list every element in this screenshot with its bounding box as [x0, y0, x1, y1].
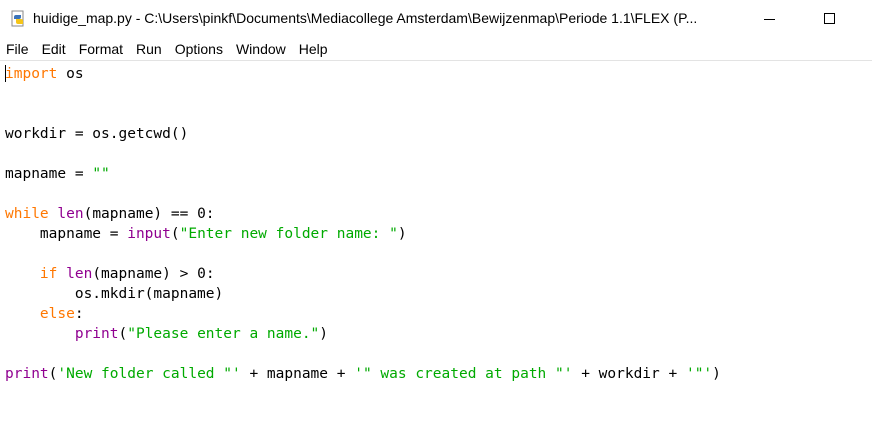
code-token: (mapname) > 0: [92, 266, 215, 282]
code-token: 'New folder called "' [57, 366, 241, 382]
code-token: + workdir + [572, 366, 686, 382]
code-token: + mapname + [240, 366, 355, 382]
code-token: ) [397, 226, 407, 242]
code-token: if [39, 266, 58, 282]
python-file-icon [11, 10, 24, 27]
code-token: ( [170, 226, 180, 242]
code-token: mapname = [5, 226, 128, 242]
code-line[interactable]: if len(mapname) > 0: [5, 264, 215, 284]
code-line[interactable]: import os [5, 64, 84, 84]
code-token: "Please enter a name." [127, 326, 320, 342]
menu-window[interactable]: Window [230, 38, 293, 60]
code-line[interactable]: while len(mapname) == 0: [5, 204, 215, 224]
code-token: import [5, 66, 58, 82]
code-line[interactable]: print('New folder called "' + mapname + … [5, 364, 721, 384]
code-token: else [39, 306, 75, 322]
code-token: os.mkdir(mapname) [5, 286, 224, 302]
code-token: ) [319, 326, 329, 342]
code-token: ( [118, 326, 128, 342]
menu-edit[interactable]: Edit [36, 38, 73, 60]
code-token: (mapname) == 0: [83, 206, 215, 222]
code-line[interactable]: os.mkdir(mapname) [5, 284, 223, 304]
code-token: : [74, 306, 84, 322]
menu-bar: File Edit Format Run Options Window Help [0, 38, 872, 60]
menu-format[interactable]: Format [73, 38, 130, 60]
code-token: print [5, 366, 49, 382]
menu-options[interactable]: Options [169, 38, 230, 60]
code-token: while [5, 206, 49, 222]
code-editor[interactable]: import os workdir = os.getcwd() mapname = … [0, 62, 872, 442]
code-token: ) [712, 366, 721, 382]
code-token: input [127, 226, 171, 242]
code-token: workdir = os.getcwd() [5, 126, 189, 142]
code-token: "Enter new folder name: " [179, 226, 398, 242]
minimize-button[interactable] [746, 4, 792, 34]
menu-run[interactable]: Run [130, 38, 169, 60]
code-token: '"' [685, 366, 713, 382]
window-title: huidige_map.py - C:\Users\pinkf\Document… [33, 10, 698, 26]
code-token: os [57, 66, 84, 82]
code-line[interactable]: mapname = "" [5, 164, 110, 184]
menu-separator [0, 60, 872, 61]
code-token: len [66, 266, 93, 282]
code-token: mapname = [5, 166, 93, 182]
code-token: print [74, 326, 119, 342]
code-line[interactable]: else: [5, 304, 84, 324]
code-line[interactable]: mapname = input("Enter new folder name: … [5, 224, 407, 244]
code-token: len [57, 206, 84, 222]
code-line[interactable]: workdir = os.getcwd() [5, 124, 188, 144]
title-bar[interactable]: huidige_map.py - C:\Users\pinkf\Document… [0, 0, 872, 38]
code-token: "" [92, 166, 110, 182]
maximize-button[interactable] [806, 4, 852, 34]
code-line[interactable]: print("Please enter a name.") [5, 324, 328, 344]
menu-help[interactable]: Help [293, 38, 335, 60]
code-token: '" was created at path "' [354, 366, 573, 382]
menu-file[interactable]: File [0, 38, 36, 60]
